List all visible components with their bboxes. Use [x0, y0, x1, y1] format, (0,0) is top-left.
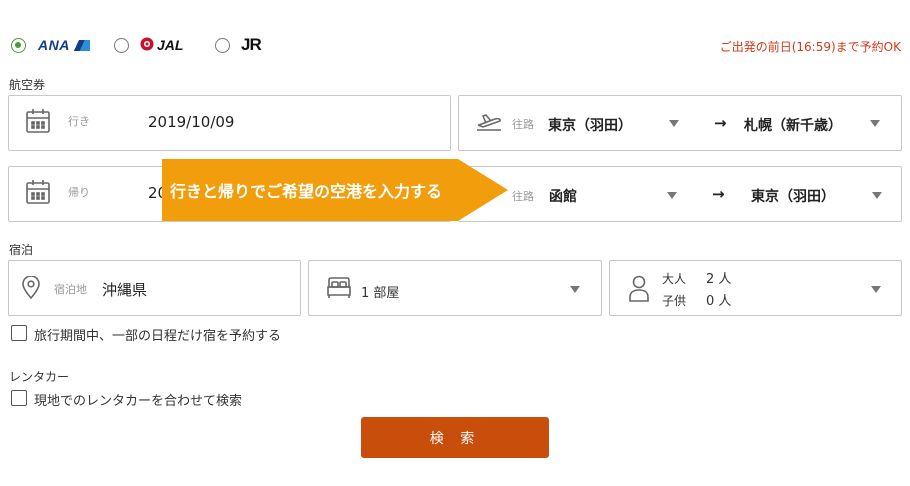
outbound-route-label: 往路	[512, 118, 534, 131]
rental-car-section-label: レンタカー	[9, 370, 70, 384]
children-value: 0 人	[706, 294, 732, 309]
return-route-label: 往路	[512, 190, 534, 203]
return-route-arrow: →	[712, 185, 725, 203]
caret-down-icon	[870, 120, 880, 127]
search-button[interactable]: 検 索	[361, 417, 549, 458]
caret-down-icon	[570, 286, 580, 293]
return-to: 東京（羽田）	[751, 189, 835, 205]
caret-down-icon	[872, 192, 882, 199]
rental-car-checkbox[interactable]	[11, 390, 27, 406]
adults-label: 大人	[662, 272, 687, 286]
jr-logo: JR	[241, 35, 262, 54]
outbound-date-value: 2019/10/09	[148, 113, 235, 131]
rooms-value: 1 部屋	[361, 286, 400, 301]
booking-deadline-notice: ご出発の前日(16:59)まで予約OK	[719, 40, 901, 54]
outbound-to: 札幌（新千歳）	[744, 118, 842, 134]
caret-down-icon	[669, 120, 679, 127]
guests-select[interactable]: 大人 2 人 子供 0 人	[609, 260, 902, 316]
callout-text: 行きと帰りでご希望の空港を入力する	[162, 159, 458, 221]
jal-crane-icon	[140, 37, 154, 51]
person-icon	[628, 275, 650, 303]
return-from: 函館	[549, 189, 577, 205]
bed-icon	[326, 277, 352, 299]
hotel-section-label: 宿泊	[9, 243, 34, 257]
outbound-date-field[interactable]: 行き 2019/10/09	[8, 95, 451, 151]
children-label: 子供	[662, 294, 687, 308]
airline-radio-ana[interactable]	[11, 38, 26, 53]
partial-stay-label: 旅行期間中、一部の日程だけ宿を予約する	[34, 329, 282, 344]
outbound-route-arrow: →	[714, 114, 727, 132]
location-pin-icon	[21, 276, 41, 300]
caret-down-icon	[667, 192, 677, 199]
partial-stay-checkbox[interactable]	[11, 325, 27, 341]
rooms-select[interactable]: 1 部屋	[308, 260, 602, 316]
destination-field[interactable]: 宿泊地 沖縄県	[8, 260, 301, 316]
callout-arrow-tip	[458, 159, 508, 221]
airline-radio-jal[interactable]	[114, 38, 129, 53]
rental-car-label: 現地でのレンタカーを合わせて検索	[34, 394, 243, 409]
return-date-label: 帰り	[68, 186, 90, 199]
destination-value: 沖縄県	[102, 281, 148, 299]
caret-down-icon	[871, 286, 881, 293]
outbound-from: 東京（羽田）	[548, 118, 632, 134]
ana-logo: ANA	[38, 37, 90, 53]
jal-logo: JAL	[157, 37, 184, 53]
airport-instruction-callout: 行きと帰りでご希望の空港を入力する	[162, 159, 508, 221]
outbound-route-field[interactable]: 往路 東京（羽田） → 札幌（新千歳）	[458, 95, 902, 151]
airplane-icon	[475, 113, 503, 133]
calendar-icon	[25, 179, 51, 205]
calendar-icon	[25, 108, 51, 134]
outbound-date-label: 行き	[68, 115, 90, 128]
adults-value: 2 人	[706, 272, 732, 287]
airline-radio-jr[interactable]	[215, 38, 230, 53]
return-route-field[interactable]: 往路 函館 → 東京（羽田）	[458, 166, 902, 222]
destination-label: 宿泊地	[54, 283, 87, 296]
flight-section-label: 航空券	[9, 78, 46, 92]
